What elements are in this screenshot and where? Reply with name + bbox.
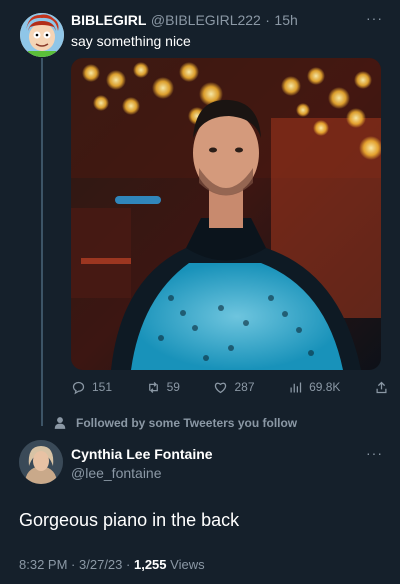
- tweet-text: say something nice: [71, 33, 191, 49]
- views-button[interactable]: 69.8K: [288, 380, 340, 395]
- person-icon: [54, 417, 66, 429]
- separator-dot: ·: [71, 557, 76, 572]
- profile-photo-icon: [19, 440, 63, 484]
- user-handle[interactable]: @lee_fontaine: [71, 465, 162, 481]
- followed-by-text[interactable]: Followed by some Tweeters you follow: [76, 416, 297, 430]
- analytics-icon: [290, 382, 302, 392]
- more-options-button[interactable]: ···: [366, 10, 383, 26]
- avatar[interactable]: [20, 13, 64, 57]
- tweet-meta: 8:32 PM · 3/27/23 · 1,255 Views: [19, 557, 205, 572]
- social-context-banner: Followed by some Tweeters you follow: [53, 416, 297, 430]
- user-handle[interactable]: @BIBLEGIRL222: [151, 12, 261, 28]
- tweet-date[interactable]: 3/27/23: [79, 557, 122, 572]
- tweet-action-bar: 151 59 287 69.8K: [71, 376, 389, 398]
- views-label: Views: [170, 557, 205, 572]
- views-count: 1,255: [133, 557, 167, 572]
- views-count: 69.8K: [309, 380, 341, 394]
- separator-dot: ·: [126, 557, 131, 572]
- more-options-button[interactable]: ···: [366, 445, 383, 461]
- separator-dot: ·: [265, 12, 270, 28]
- tweet-photo[interactable]: [71, 58, 381, 370]
- cartoon-avatar-icon: [20, 13, 64, 57]
- heart-icon: [215, 382, 227, 393]
- avatar[interactable]: [19, 440, 63, 484]
- retweet-button[interactable]: 59: [146, 380, 180, 395]
- tweet-text: Gorgeous piano in the back: [19, 510, 240, 530]
- display-name[interactable]: BIBLEGIRL: [71, 12, 146, 28]
- like-count: 287: [234, 380, 255, 394]
- timestamp[interactable]: 15h: [274, 12, 297, 28]
- tweet-header: BIBLEGIRL @BIBLEGIRL222 · 15h: [71, 12, 298, 30]
- tweet-time[interactable]: 8:32 PM: [19, 557, 67, 572]
- thread-connector-line: [41, 58, 43, 426]
- reply-icon: [72, 381, 85, 394]
- retweet-icon: [148, 381, 158, 393]
- reply-button[interactable]: 151: [71, 380, 112, 395]
- retweet-count: 59: [166, 380, 180, 394]
- reply-count: 151: [92, 380, 113, 394]
- share-icon: [376, 381, 387, 393]
- share-button[interactable]: [374, 380, 389, 395]
- like-button[interactable]: 287: [213, 380, 255, 395]
- photo-image: [71, 58, 381, 370]
- display-name[interactable]: Cynthia Lee Fontaine: [71, 446, 213, 462]
